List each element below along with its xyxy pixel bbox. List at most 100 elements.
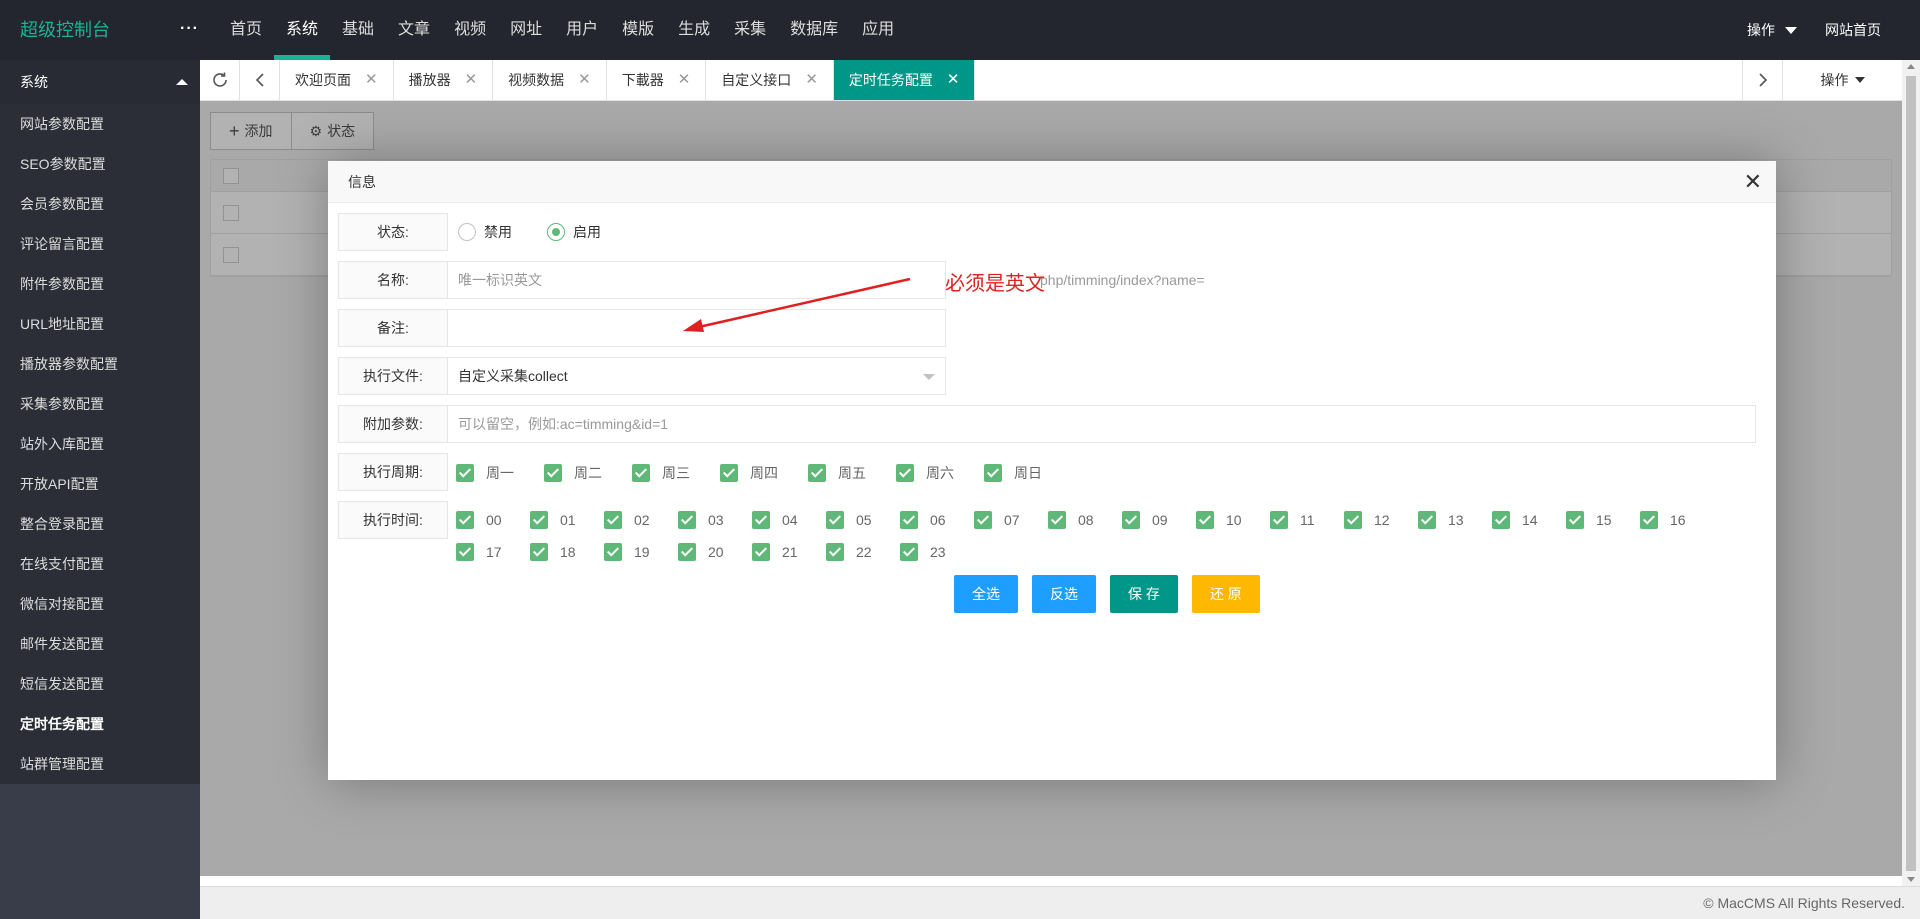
radio-label: 禁用 bbox=[484, 224, 512, 240]
hour-checkbox[interactable]: 11 bbox=[1270, 511, 1316, 529]
hour-checkbox[interactable]: 00 bbox=[456, 511, 502, 529]
time-row: 执行时间: bbox=[338, 501, 448, 539]
close-icon[interactable]: ✕ bbox=[805, 60, 818, 100]
hour-checkbox[interactable]: 21 bbox=[752, 543, 798, 561]
sidebar-item-player[interactable]: 播放器参数配置 bbox=[0, 344, 200, 384]
sidebar-item-sms[interactable]: 短信发送配置 bbox=[0, 664, 200, 704]
params-input[interactable]: 可以留空，例如:ac=timming&id=1 bbox=[448, 405, 1756, 443]
nav-item-video[interactable]: 视频 bbox=[442, 0, 498, 60]
refresh-button[interactable] bbox=[200, 60, 240, 100]
nav-more-button[interactable]: ··· bbox=[180, 0, 199, 58]
name-input[interactable]: 唯一标识英文 bbox=[448, 261, 946, 299]
hour-checkbox[interactable]: 17 bbox=[456, 543, 502, 561]
hour-checkbox[interactable]: 01 bbox=[530, 511, 576, 529]
close-icon[interactable]: ✕ bbox=[578, 60, 591, 100]
nav-item-generate[interactable]: 生成 bbox=[666, 0, 722, 60]
tab-player[interactable]: 播放器 ✕ bbox=[394, 60, 494, 100]
tab-downloader[interactable]: 下載器 ✕ bbox=[607, 60, 707, 100]
header-ops-menu[interactable]: 操作 bbox=[1747, 20, 1825, 40]
sidebar-item-wechat[interactable]: 微信对接配置 bbox=[0, 584, 200, 624]
nav-item-user[interactable]: 用户 bbox=[554, 0, 610, 60]
close-icon[interactable]: ✕ bbox=[465, 60, 478, 100]
sidebar-item-seo-params[interactable]: SEO参数配置 bbox=[0, 144, 200, 184]
vertical-scrollbar[interactable] bbox=[1902, 60, 1920, 886]
hour-checkbox[interactable]: 12 bbox=[1344, 511, 1390, 529]
hour-checkbox[interactable]: 14 bbox=[1492, 511, 1538, 529]
hour-checkbox[interactable]: 10 bbox=[1196, 511, 1242, 529]
status-radio-enable[interactable]: 启用 bbox=[547, 213, 601, 251]
scroll-up-icon[interactable] bbox=[1907, 64, 1915, 69]
weekday-checkbox[interactable]: 周六 bbox=[896, 463, 954, 483]
sidebar-item-attachment[interactable]: 附件参数配置 bbox=[0, 264, 200, 304]
nav-item-article[interactable]: 文章 bbox=[386, 0, 442, 60]
hour-checkbox[interactable]: 22 bbox=[826, 543, 872, 561]
nav-item-template[interactable]: 模版 bbox=[610, 0, 666, 60]
logo[interactable]: 超级控制台 bbox=[20, 0, 110, 60]
sidebar-group-system[interactable]: 系统 bbox=[0, 60, 200, 104]
hour-checkbox[interactable]: 16 bbox=[1640, 511, 1686, 529]
invert-selection-button[interactable]: 反选 bbox=[1032, 575, 1096, 613]
sidebar-item-email[interactable]: 邮件发送配置 bbox=[0, 624, 200, 664]
nav-item-collect[interactable]: 采集 bbox=[722, 0, 778, 60]
exec-file-select[interactable]: 自定义采集collect bbox=[448, 357, 946, 395]
sidebar-item-timming[interactable]: 定时任务配置 bbox=[0, 704, 200, 744]
reset-button[interactable]: 还 原 bbox=[1191, 575, 1260, 613]
sidebar-item-url[interactable]: URL地址配置 bbox=[0, 304, 200, 344]
tab-custom-api[interactable]: 自定义接口 ✕ bbox=[706, 60, 834, 100]
weekday-checkbox[interactable]: 周一 bbox=[456, 463, 514, 483]
weekday-checkbox[interactable]: 周三 bbox=[632, 463, 690, 483]
sidebar-item-comment[interactable]: 评论留言配置 bbox=[0, 224, 200, 264]
nav-item-apps[interactable]: 应用 bbox=[850, 0, 906, 60]
close-icon[interactable]: ✕ bbox=[678, 60, 691, 100]
hour-checkbox[interactable]: 03 bbox=[678, 511, 724, 529]
hour-checkbox[interactable]: 05 bbox=[826, 511, 872, 529]
sidebar-item-payment[interactable]: 在线支付配置 bbox=[0, 544, 200, 584]
nav-item-basic[interactable]: 基础 bbox=[330, 0, 386, 60]
hour-checkbox[interactable]: 13 bbox=[1418, 511, 1464, 529]
tab-timming[interactable]: 定时任务配置 ✕ bbox=[833, 60, 976, 100]
sidebar-item-external[interactable]: 站外入库配置 bbox=[0, 424, 200, 464]
close-icon[interactable]: ✕ bbox=[1744, 161, 1762, 203]
hour-checkbox[interactable]: 02 bbox=[604, 511, 650, 529]
nav-item-database[interactable]: 数据库 bbox=[778, 0, 850, 60]
nav-item-home[interactable]: 首页 bbox=[218, 0, 274, 60]
sidebar-item-collect[interactable]: 采集参数配置 bbox=[0, 384, 200, 424]
tab-welcome[interactable]: 欢迎页面 ✕ bbox=[280, 60, 394, 100]
nav-item-system[interactable]: 系统 bbox=[274, 0, 331, 60]
sidebar-item-site-params[interactable]: 网站参数配置 bbox=[0, 104, 200, 144]
scroll-thumb[interactable] bbox=[1906, 76, 1916, 871]
weekday-checkbox[interactable]: 周四 bbox=[720, 463, 778, 483]
remark-input[interactable] bbox=[448, 309, 946, 347]
sidebar-item-site-group[interactable]: 站群管理配置 bbox=[0, 744, 200, 784]
hour-checkbox[interactable]: 15 bbox=[1566, 511, 1612, 529]
tab-ops-menu[interactable]: 操作 bbox=[1782, 60, 1902, 100]
tab-prev-button[interactable] bbox=[240, 60, 280, 100]
weekday-checkbox[interactable]: 周二 bbox=[544, 463, 602, 483]
weekday-checkbox[interactable]: 周日 bbox=[984, 463, 1042, 483]
hour-checkbox[interactable]: 23 bbox=[900, 543, 946, 561]
sidebar-item-login[interactable]: 整合登录配置 bbox=[0, 504, 200, 544]
select-all-button[interactable]: 全选 bbox=[954, 575, 1018, 613]
hour-checkbox[interactable]: 04 bbox=[752, 511, 798, 529]
hour-checkbox[interactable]: 18 bbox=[530, 543, 576, 561]
checkbox-label: 22 bbox=[856, 544, 872, 560]
hour-checkbox[interactable]: 06 bbox=[900, 511, 946, 529]
save-button[interactable]: 保 存 bbox=[1110, 575, 1178, 613]
hour-checkbox[interactable]: 20 bbox=[678, 543, 724, 561]
hour-checkbox[interactable]: 07 bbox=[974, 511, 1020, 529]
sidebar-item-member-params[interactable]: 会员参数配置 bbox=[0, 184, 200, 224]
tab-next-button[interactable] bbox=[1742, 60, 1782, 100]
scroll-down-icon[interactable] bbox=[1907, 877, 1915, 882]
weekday-checkbox[interactable]: 周五 bbox=[808, 463, 866, 483]
nav-item-website[interactable]: 网址 bbox=[498, 0, 554, 60]
tab-video-data[interactable]: 视频数据 ✕ bbox=[493, 60, 607, 100]
site-home-link[interactable]: 网站首页 bbox=[1825, 20, 1920, 40]
hour-checkbox[interactable]: 08 bbox=[1048, 511, 1094, 529]
hour-checkbox[interactable]: 09 bbox=[1122, 511, 1168, 529]
close-icon[interactable]: ✕ bbox=[365, 60, 378, 100]
close-icon[interactable]: ✕ bbox=[947, 60, 960, 100]
sidebar-item-api[interactable]: 开放API配置 bbox=[0, 464, 200, 504]
status-radio-disable[interactable]: 禁用 bbox=[458, 213, 512, 251]
checkbox-label: 04 bbox=[782, 512, 798, 528]
hour-checkbox[interactable]: 19 bbox=[604, 543, 650, 561]
